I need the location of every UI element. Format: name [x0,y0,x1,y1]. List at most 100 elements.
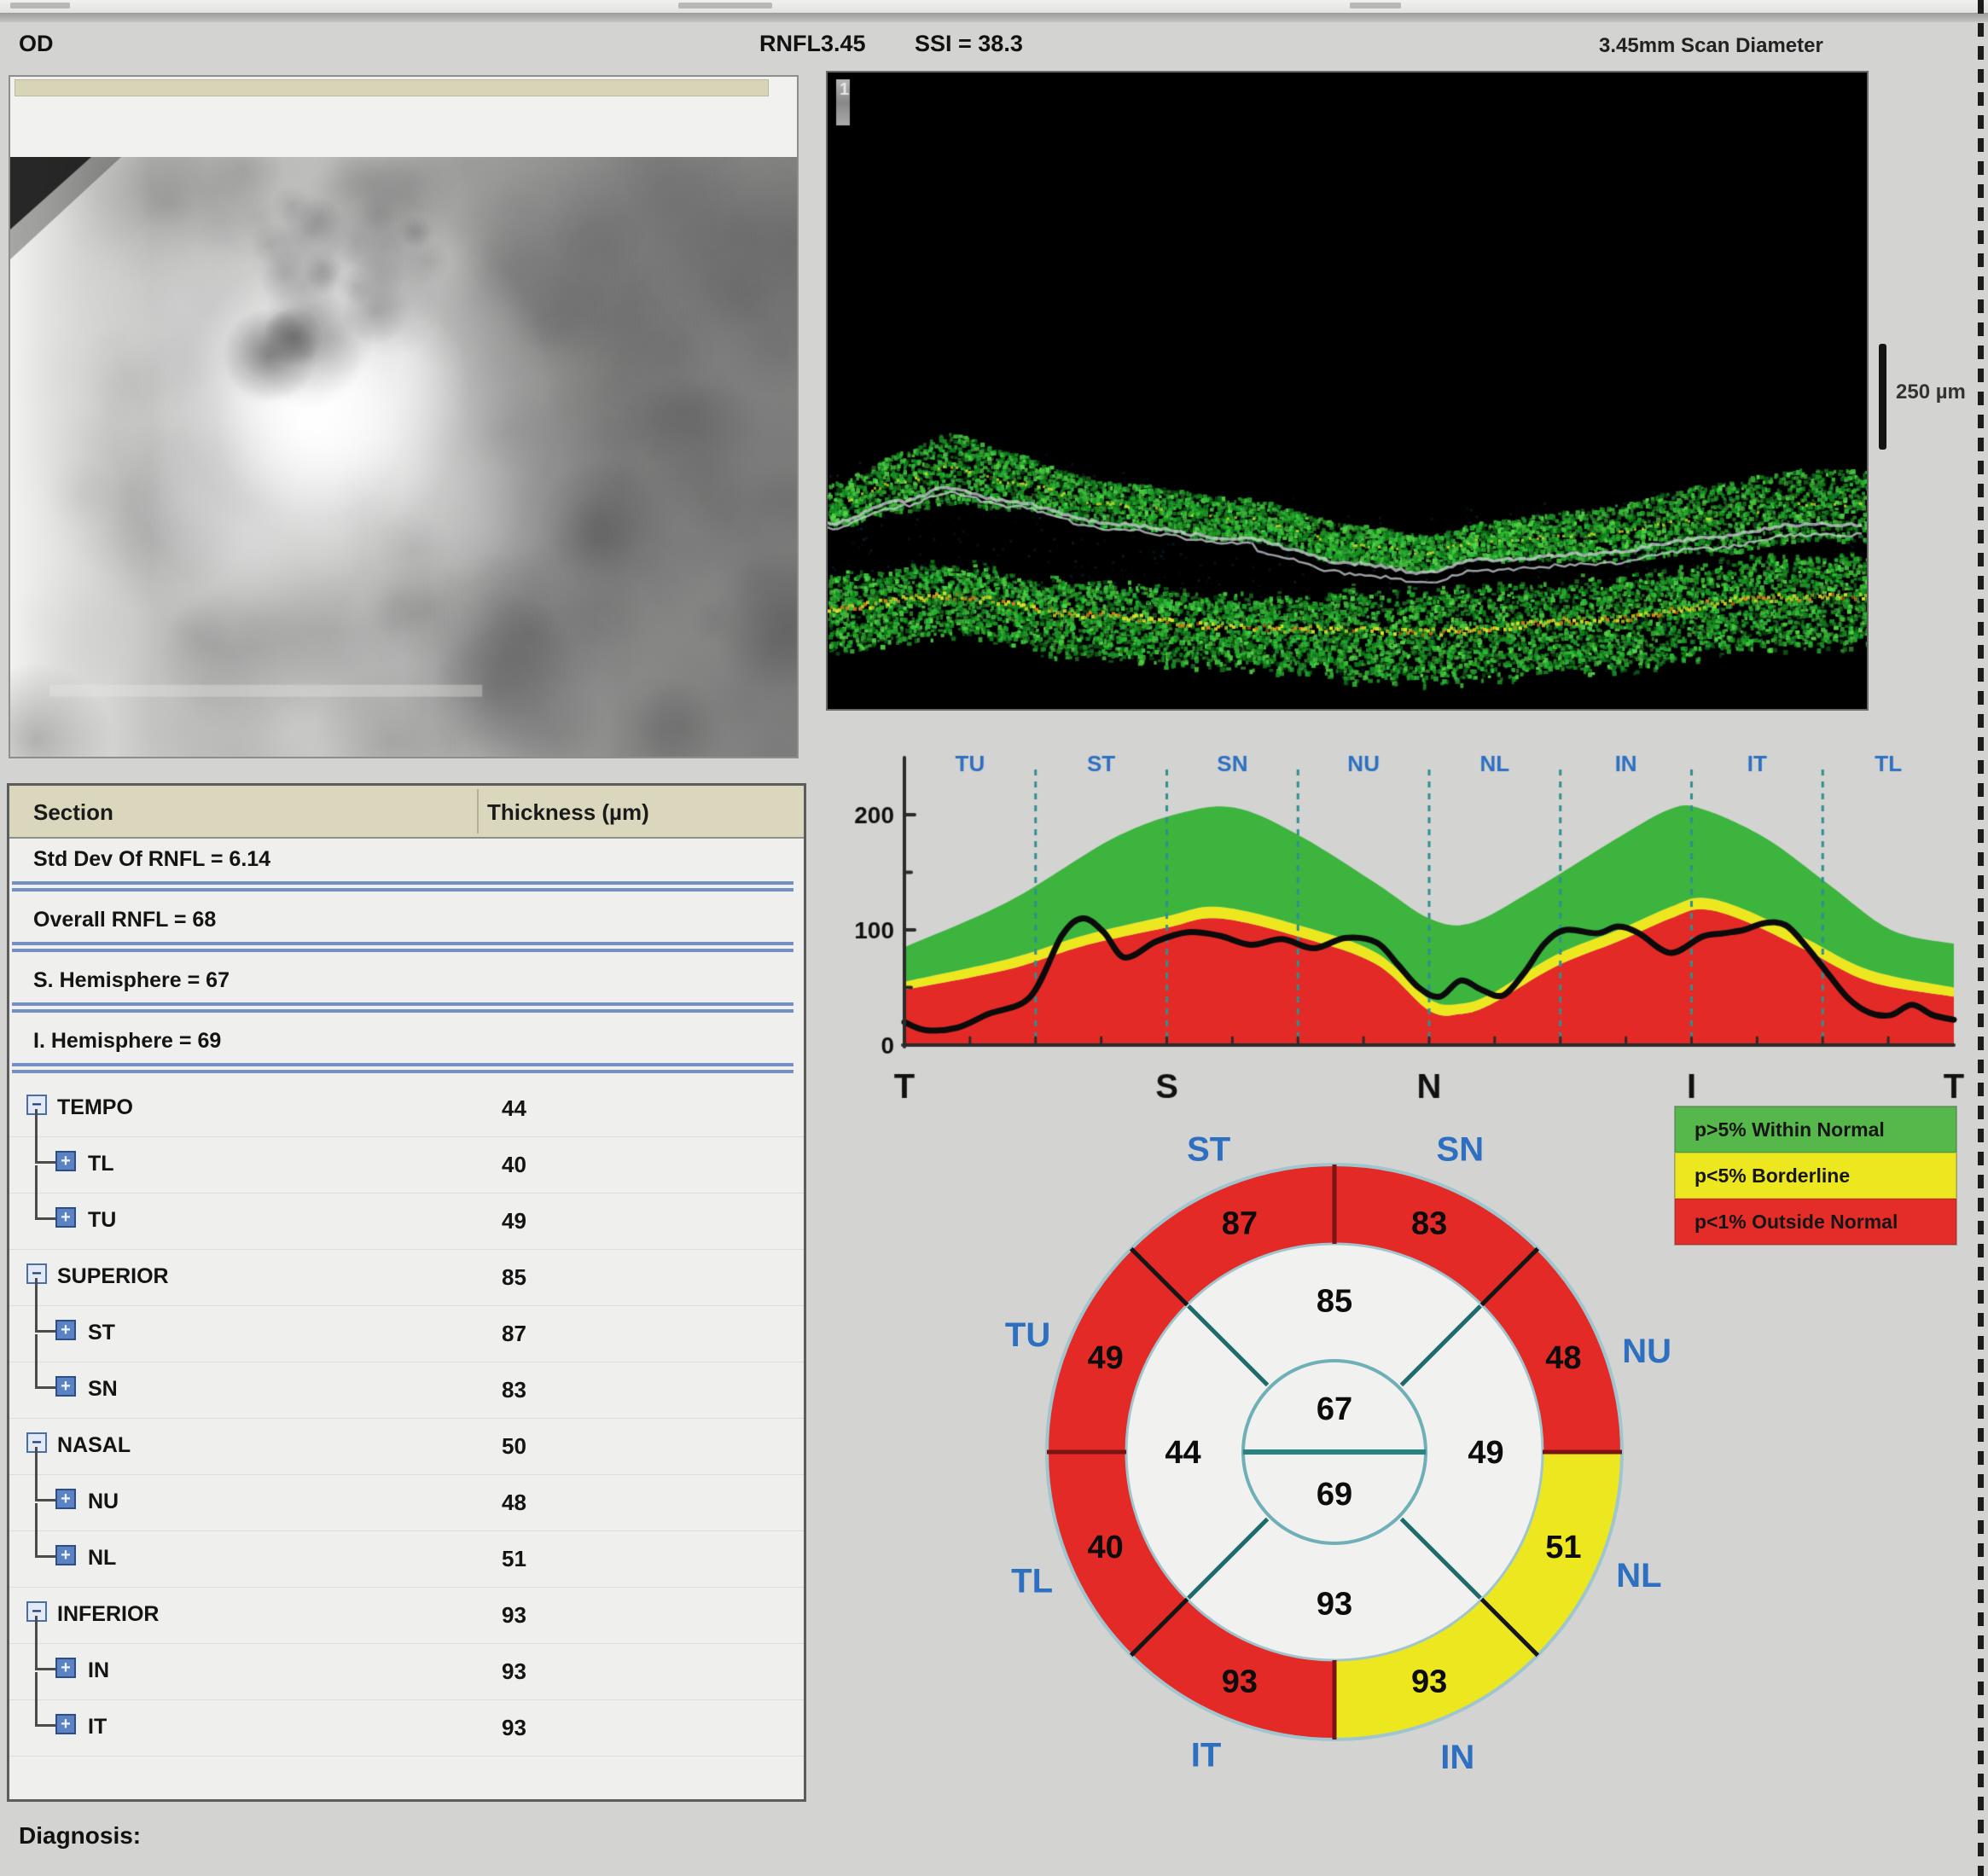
section-name: SUPERIOR [57,1264,169,1289]
fundus-image-panel [9,75,799,758]
expand-icon[interactable]: + [55,1151,76,1171]
section-name: TEMPO [57,1095,133,1120]
section-name: IT [88,1715,107,1740]
thickness-value: 49 [502,1208,526,1234]
thickness-value: 93 [502,1658,526,1685]
table-header: Section Thickness (µm) [9,786,804,839]
table-row[interactable]: + ST 87 [9,1306,804,1362]
oct-bscan-image[interactable] [828,73,1867,709]
section-name: SN [88,1377,118,1402]
expand-icon[interactable]: + [55,1545,76,1565]
quadrant-value-I: 93 [1317,1587,1352,1623]
sector-label-NU: NU [1622,1333,1671,1370]
table-row[interactable]: + SN 83 [9,1362,804,1419]
summary-row[interactable]: Std Dev Of RNFL = 6.14 [9,839,804,877]
hemisphere-value-S: 67 [1317,1391,1352,1427]
expand-icon[interactable]: + [55,1207,76,1228]
sector-label-SN: SN [1437,1130,1485,1168]
artifact-mark [10,3,70,9]
fundus-photo[interactable] [10,157,797,757]
thickness-value: 93 [502,1602,526,1629]
table-row[interactable]: + IT 93 [9,1700,804,1757]
sector-value-IN: 93 [1411,1664,1447,1699]
table-row[interactable]: −TEMPO44 [9,1081,804,1137]
quadrant-value-S: 85 [1317,1284,1352,1320]
page-edge-dashes [1978,0,1984,1876]
tree-connector [35,1278,56,1333]
sector-value-IT: 93 [1222,1664,1258,1699]
thickness-value: 83 [502,1377,526,1403]
scan-type-label: RNFL3.45 [759,31,866,57]
sector-value-TU: 49 [1087,1340,1123,1376]
expand-icon[interactable]: + [55,1658,76,1678]
thickness-value: 40 [502,1152,526,1178]
summary-row-text: Std Dev Of RNFL = 6.14 [33,847,270,872]
expand-icon[interactable]: + [55,1714,76,1734]
legend-item: p<5% Borderline [1675,1153,1956,1199]
tree-connector [35,1109,56,1164]
sector-value-ST: 87 [1222,1206,1258,1242]
expand-icon[interactable]: + [55,1320,76,1340]
scale-bar-label: 250 µm [1896,380,1966,404]
section-name: TL [88,1152,114,1176]
quadrant-value-T: 44 [1165,1435,1200,1471]
sector-label-ST: ST [1187,1130,1230,1168]
sector-label-NL: NL [1616,1557,1661,1594]
row-separator [9,1059,796,1081]
summary-row[interactable]: Overall RNFL = 68 [9,899,804,938]
artifact-mark [1350,3,1401,9]
expand-icon[interactable]: + [55,1489,76,1509]
section-name: ST [88,1321,115,1345]
table-row[interactable]: + NL 51 [9,1531,804,1588]
scale-bar [1879,344,1886,450]
table-body: Std Dev Of RNFL = 6.14 Overall RNFL = 68 S… [9,839,804,1757]
section-name: NASAL [57,1433,131,1458]
legend-item-label: p>5% Within Normal [1694,1118,1885,1141]
table-row[interactable]: +NU48 [9,1475,804,1531]
sector-value-NU: 48 [1545,1340,1581,1376]
sector-value-SN: 83 [1411,1206,1447,1242]
tree-connector [35,1672,56,1727]
expand-icon[interactable]: + [55,1376,76,1397]
tree-connector [35,1165,56,1220]
quadrant-value-N: 49 [1468,1435,1503,1471]
row-separator [9,938,796,960]
table-row[interactable]: −INFERIOR93 [9,1588,804,1644]
summary-row[interactable]: S. Hemisphere = 67 [9,960,804,998]
table-row[interactable]: + TL 40 [9,1137,804,1194]
section-name: IN [88,1658,109,1683]
table-row[interactable]: −NASAL50 [9,1419,804,1475]
sector-label-TL: TL [1011,1562,1053,1600]
hemisphere-value-I: 69 [1317,1477,1352,1513]
thickness-value: 85 [502,1264,526,1291]
sector-label-IN: IN [1440,1739,1474,1776]
row-separator [9,998,796,1020]
table-row[interactable]: + IN 93 [9,1644,804,1700]
sector-value-NL: 51 [1545,1530,1581,1565]
section-name: NL [88,1546,116,1571]
legend-item-label: p<5% Borderline [1694,1165,1850,1188]
rnfl-sector-wheel[interactable]: 8348519393404987854993446769SNNUNLINITTL… [959,1077,1710,1827]
summary-row-text: Overall RNFL = 68 [33,908,216,932]
tree-connector [35,1334,56,1389]
probability-legend: p>5% Within Normal p<5% Borderline p<1% Ou… [1674,1106,1957,1246]
legend-item: p<1% Outside Normal [1675,1199,1956,1245]
eye-label: OD [19,31,54,57]
column-header-thickness: Thickness (µm) [487,799,649,826]
summary-row[interactable]: I. Hemisphere = 69 [9,1020,804,1059]
thickness-value: 44 [502,1095,526,1122]
diagnosis-label: Diagnosis: [19,1822,141,1850]
thickness-value: 93 [502,1715,526,1741]
section-name: NU [88,1490,119,1514]
tree-connector [35,1616,56,1670]
fundus-panel-titlebar[interactable] [15,79,769,96]
table-row[interactable]: −SUPERIOR85 [9,1250,804,1306]
summary-row-text: I. Hemisphere = 69 [33,1029,221,1054]
thickness-value: 51 [502,1546,526,1572]
sector-label-IT: IT [1191,1736,1222,1774]
thickness-value: 50 [502,1433,526,1460]
thickness-table-panel: Section Thickness (µm) Std Dev Of RNFL =… [7,783,806,1802]
legend-item-label: p<1% Outside Normal [1694,1211,1898,1234]
thickness-value: 87 [502,1321,526,1347]
table-row[interactable]: +TU49 [9,1194,804,1250]
